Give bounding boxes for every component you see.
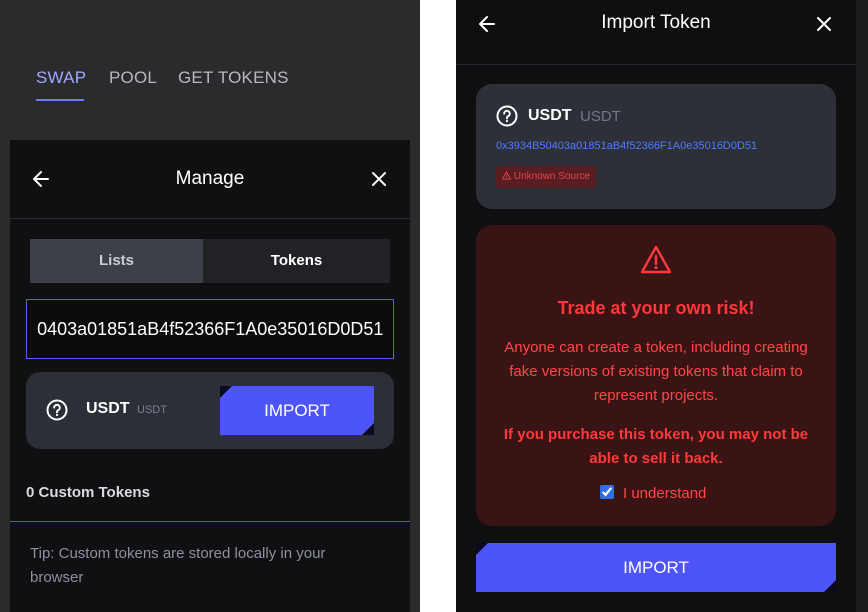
warning-bold-text: If you purchase this token, you may not … xyxy=(503,426,809,467)
tip-text: Tip: Custom tokens are stored locally in… xyxy=(30,545,326,586)
warning-triangle-icon xyxy=(501,170,514,182)
header-divider xyxy=(10,218,410,219)
import-token-modal: Import Token USDT USDT 0x3934B50403a0185… xyxy=(456,0,856,612)
question-circle-icon xyxy=(46,399,68,426)
manage-modal: Manage Lists Tokens USDT USDT IMPORT 0 C… xyxy=(10,140,410,612)
nav-active-underline xyxy=(36,99,84,101)
background-edge xyxy=(856,0,868,612)
section-divider xyxy=(10,521,410,522)
import-token-title: Import Token xyxy=(601,12,711,33)
warning-triangle-icon xyxy=(640,245,672,280)
import-button[interactable]: IMPORT xyxy=(220,386,374,435)
tab-lists[interactable]: Lists xyxy=(30,239,203,283)
header-divider xyxy=(456,64,856,65)
token-result-row: USDT USDT IMPORT xyxy=(26,372,394,449)
unknown-source-badge: Unknown Source xyxy=(496,166,596,188)
button-corner-notch xyxy=(476,543,488,555)
nav-pool[interactable]: POOL xyxy=(109,68,157,88)
manage-title: Manage xyxy=(175,168,245,189)
button-corner-notch xyxy=(362,423,374,435)
close-icon[interactable] xyxy=(371,171,387,192)
understand-label[interactable]: I understand xyxy=(623,485,706,502)
token-info-card: USDT USDT 0x3934B50403a01851aB4f52366F1A… xyxy=(476,84,836,209)
warning-body: Anyone can create a token, including cre… xyxy=(504,339,808,404)
nav-get-tokens[interactable]: GET TOKENS xyxy=(178,68,289,88)
button-corner-notch xyxy=(220,386,232,398)
token-address-input[interactable] xyxy=(26,299,394,359)
import-button-label: IMPORT xyxy=(623,557,689,577)
risk-warning-card: Trade at your own risk! Anyone can creat… xyxy=(476,225,836,526)
token-address-link[interactable]: 0x3934B50403a01851aB4f52366F1A0e35016D0D… xyxy=(496,140,757,152)
button-corner-notch xyxy=(824,580,836,592)
close-icon[interactable] xyxy=(816,16,832,37)
token-name: USDT xyxy=(137,404,167,416)
swap-app-left-panel: SWAP POOL GET TOKENS Manage Lists Tokens… xyxy=(0,0,420,612)
import-button-label: IMPORT xyxy=(264,400,330,420)
badge-label: Unknown Source xyxy=(513,171,590,182)
nav-swap[interactable]: SWAP xyxy=(36,68,86,88)
custom-tokens-count: 0 Custom Tokens xyxy=(26,484,150,501)
token-name: USDT xyxy=(580,108,621,125)
warning-title: Trade at your own risk! xyxy=(557,298,755,318)
question-circle-icon xyxy=(496,105,518,132)
token-symbol: USDT xyxy=(86,400,130,417)
understand-checkbox[interactable] xyxy=(600,485,614,499)
token-symbol: USDT xyxy=(528,107,572,124)
tab-tokens[interactable]: Tokens xyxy=(203,239,390,283)
import-confirm-button[interactable]: IMPORT xyxy=(476,543,836,592)
